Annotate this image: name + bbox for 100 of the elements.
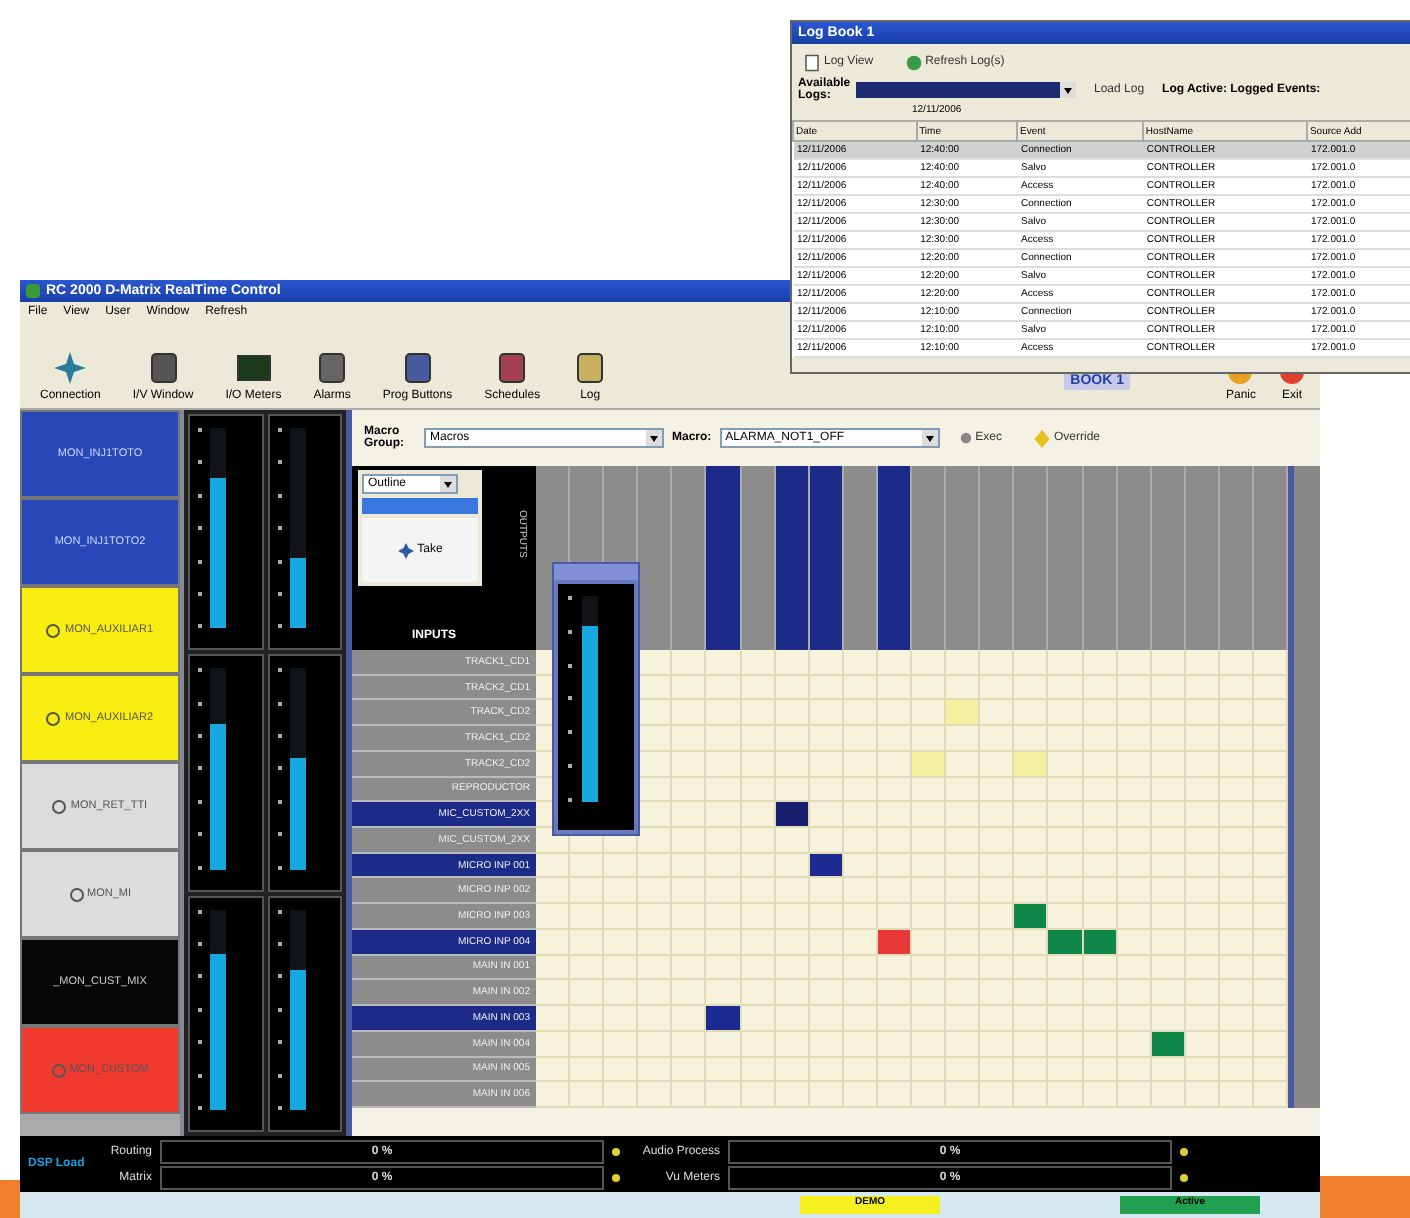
crosspoint-cell[interactable] [638,904,673,930]
crosspoint-cell[interactable] [843,751,878,778]
crosspoint-cell[interactable] [1185,726,1220,752]
crosspoint-cell[interactable] [741,1031,776,1057]
crosspoint-cell[interactable] [1185,1031,1220,1057]
crosspoint-cell[interactable] [1219,878,1254,905]
crosspoint-cell[interactable] [877,650,913,676]
crosspoint-cell[interactable] [706,751,742,778]
crosspoint-cell[interactable] [1151,1082,1186,1108]
crosspoint-cell[interactable] [843,955,878,981]
crosspoint-cell[interactable] [843,1057,878,1083]
crosspoint-cell[interactable] [570,955,605,981]
crosspoint-cell[interactable] [1014,904,1049,930]
crosspoint-cell[interactable] [912,751,947,778]
crosspoint-cell[interactable] [843,1082,878,1108]
crosspoint-cell[interactable] [1117,980,1152,1007]
crosspoint-cell[interactable] [1048,1057,1083,1083]
crosspoint-cell[interactable] [1014,650,1049,676]
crosspoint-cell[interactable] [946,700,981,727]
crosspoint-cell[interactable] [809,955,844,981]
crosspoint-cell[interactable] [1219,1057,1254,1083]
crosspoint-cell[interactable] [604,955,639,981]
crosspoint-cell[interactable] [706,853,742,879]
crosspoint-cell[interactable] [980,1006,1015,1032]
crosspoint-cell[interactable] [809,1057,844,1083]
crosspoint-cell[interactable] [775,929,810,956]
crosspoint-cell[interactable] [741,828,776,854]
crosspoint-cell[interactable] [536,955,571,981]
crosspoint-cell[interactable] [536,878,571,905]
crosspoint-cell[interactable] [570,1057,605,1083]
crosspoint-cell[interactable] [1117,726,1152,752]
crosspoint-cell[interactable] [775,700,810,727]
crosspoint-cell[interactable] [741,929,776,956]
crosspoint-cell[interactable] [604,980,639,1007]
crosspoint-cell[interactable] [1014,1006,1049,1032]
crosspoint-cell[interactable] [946,1082,981,1108]
crosspoint-cell[interactable] [1151,980,1186,1007]
crosspoint-cell[interactable] [775,904,810,930]
crosspoint-cell[interactable] [1083,751,1118,778]
crosspoint-cell[interactable] [1151,929,1186,956]
crosspoint-cell[interactable] [1185,980,1220,1007]
crosspoint-cell[interactable] [1219,904,1254,930]
crosspoint-cell[interactable] [604,1006,639,1032]
crosspoint-cell[interactable] [741,700,776,727]
crosspoint-cell[interactable] [1219,853,1254,879]
crosspoint-cell[interactable] [980,878,1015,905]
crosspoint-cell[interactable] [536,980,571,1007]
crosspoint-cell[interactable] [1083,1006,1118,1032]
crosspoint-cell[interactable] [877,1082,913,1108]
crosspoint-cell[interactable] [672,955,707,981]
crosspoint-cell[interactable] [1185,751,1220,778]
crosspoint-cell[interactable] [1185,878,1220,905]
crosspoint-cell[interactable] [1151,904,1186,930]
crosspoint-cell[interactable] [672,777,707,803]
crosspoint-cell[interactable] [1117,751,1152,778]
crosspoint-cell[interactable] [1185,828,1220,854]
crosspoint-cell[interactable] [980,828,1015,854]
crosspoint-cell[interactable] [980,675,1015,701]
crosspoint-cell[interactable] [946,726,981,752]
crosspoint-cell[interactable] [1014,955,1049,981]
crosspoint-cell[interactable] [946,980,981,1007]
crosspoint-cell[interactable] [1219,955,1254,981]
crosspoint-cell[interactable] [1185,802,1220,829]
crosspoint-cell[interactable] [1185,675,1220,701]
crosspoint-cell[interactable] [877,726,913,752]
crosspoint-cell[interactable] [1048,802,1083,829]
crosspoint-cell[interactable] [1048,955,1083,981]
crosspoint-cell[interactable] [741,853,776,879]
crosspoint-cell[interactable] [706,675,742,701]
crosspoint-cell[interactable] [706,828,742,854]
crosspoint-cell[interactable] [1117,878,1152,905]
crosspoint-cell[interactable] [980,1057,1015,1083]
crosspoint-cell[interactable] [1014,980,1049,1007]
crosspoint-cell[interactable] [672,700,707,727]
crosspoint-cell[interactable] [980,726,1015,752]
crosspoint-cell[interactable] [843,828,878,854]
crosspoint-cell[interactable] [912,802,947,829]
crosspoint-cell[interactable] [1185,777,1220,803]
crosspoint-cell[interactable] [980,700,1015,727]
crosspoint-cell[interactable] [1117,650,1152,676]
crosspoint-cell[interactable] [1117,1057,1152,1083]
crosspoint-cell[interactable] [946,1006,981,1032]
crosspoint-cell[interactable] [706,802,742,829]
crosspoint-cell[interactable] [706,878,742,905]
crosspoint-cell[interactable] [741,777,776,803]
crosspoint-cell[interactable] [1048,853,1083,879]
crosspoint-cell[interactable] [1048,980,1083,1007]
crosspoint-cell[interactable] [741,1057,776,1083]
crosspoint-cell[interactable] [775,751,810,778]
crosspoint-cell[interactable] [877,1057,913,1083]
log-dropdown[interactable] [856,82,1076,98]
crosspoint-cell[interactable] [1048,828,1083,854]
crosspoint-cell[interactable] [638,1082,673,1108]
crosspoint-cell[interactable] [672,853,707,879]
crosspoint-cell[interactable] [1083,980,1118,1007]
crosspoint-cell[interactable] [912,980,947,1007]
crosspoint-cell[interactable] [775,1006,810,1032]
crosspoint-cell[interactable] [775,1057,810,1083]
crosspoint-cell[interactable] [1083,700,1118,727]
crosspoint-cell[interactable] [843,726,878,752]
